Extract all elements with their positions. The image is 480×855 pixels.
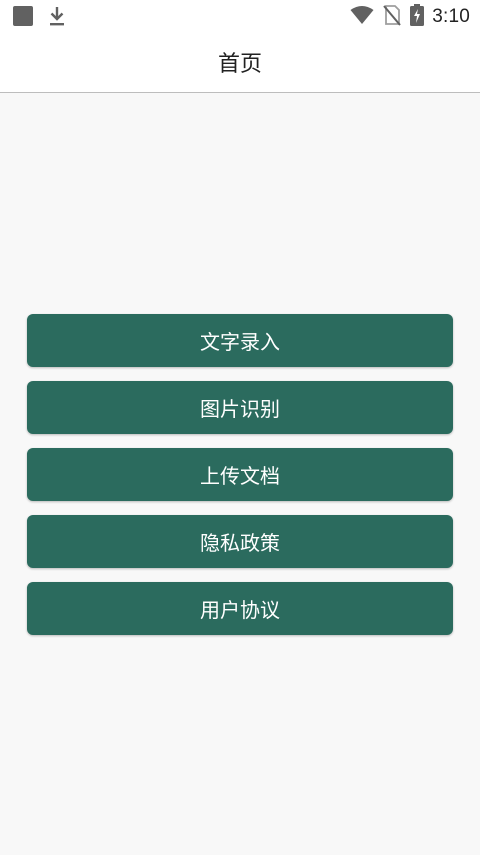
privacy-policy-button[interactable]: 隐私政策 — [27, 515, 453, 568]
status-time: 3:10 — [432, 6, 470, 27]
page-title: 首页 — [217, 52, 262, 77]
status-bar: 3:10 — [0, 0, 480, 32]
status-bar-left — [12, 5, 66, 31]
download-icon — [48, 5, 66, 31]
status-bar-right: 3:10 — [350, 4, 470, 30]
home-menu: 文字录入 图片识别 上传文档 隐私政策 用户协议 — [27, 314, 453, 649]
upload-document-button[interactable]: 上传文档 — [27, 448, 453, 501]
no-sim-icon — [382, 4, 402, 30]
battery-charging-icon — [410, 4, 425, 30]
app-square-icon — [12, 5, 34, 31]
user-agreement-button[interactable]: 用户协议 — [27, 582, 453, 635]
wifi-icon — [350, 5, 374, 29]
image-recognition-button[interactable]: 图片识别 — [27, 381, 453, 434]
text-input-button[interactable]: 文字录入 — [27, 314, 453, 367]
app-bar: 首页 — [0, 32, 480, 93]
